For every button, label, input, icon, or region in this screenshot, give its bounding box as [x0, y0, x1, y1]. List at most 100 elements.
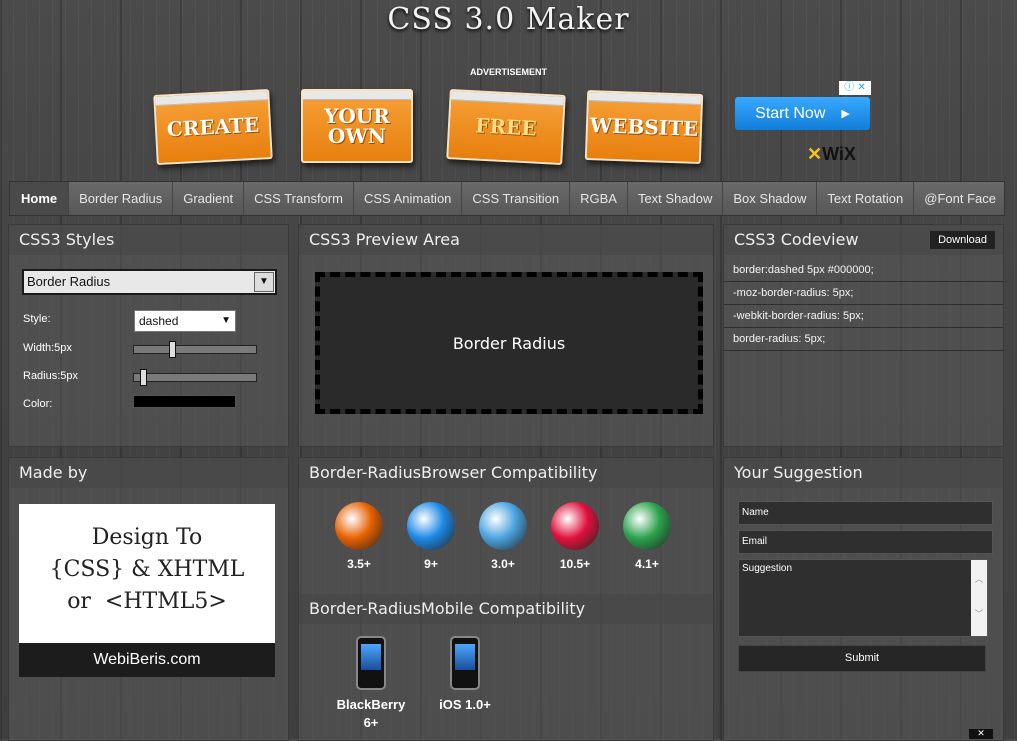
chevron-down-icon: ▼ [254, 272, 274, 292]
nav-item-gradient[interactable]: Gradient [173, 182, 245, 215]
browser-chrome: 4.1+ [617, 502, 677, 571]
nav-item-box-shadow[interactable]: Box Shadow [723, 182, 818, 215]
styles-heading: CSS3 Styles [9, 225, 288, 255]
scroll-up-icon: ︿ [974, 574, 984, 584]
width-slider-thumb[interactable] [169, 341, 176, 358]
madeby-line: Design To [91, 525, 203, 550]
code-line: border:dashed 5px #000000; [724, 259, 1003, 282]
ad-card-label: YOUR OWN [324, 104, 390, 148]
ad-card-create[interactable]: CREATE [153, 89, 273, 165]
email-field[interactable]: Email [738, 530, 993, 554]
advertisement-label: ADVERTISEMENT [470, 67, 548, 77]
mobile-label: iOS 1.0+ [439, 697, 491, 712]
preview-box: Border Radius [315, 272, 703, 414]
suggestion-field[interactable]: Suggestion ︿ ﹀ [738, 559, 988, 637]
blackberry-icon [356, 636, 386, 690]
submit-button[interactable]: Submit [738, 645, 986, 672]
width-slider[interactable] [133, 341, 257, 358]
browser-bar [451, 91, 564, 106]
browser-bar [155, 91, 268, 106]
ie-icon [407, 502, 455, 550]
mobile-ios: iOS 1.0+ [425, 636, 505, 714]
safari-icon [479, 502, 527, 550]
nav-item-css-animation[interactable]: CSS Animation [354, 182, 463, 215]
start-now-label: Start Now [755, 104, 826, 122]
madeby-text: Design To {CSS} & XHTML or <HTML5> [19, 522, 275, 618]
code-line: border-radius: 5px; [724, 328, 1003, 351]
code-lines: border:dashed 5px #000000; -moz-border-r… [724, 259, 1003, 351]
play-arrow-icon: ▶ [841, 108, 850, 120]
nav-item-font-face[interactable]: @Font Face [914, 182, 1006, 215]
preview-box-text: Border Radius [452, 333, 566, 353]
styles-panel: CSS3 Styles Border Radius ▼ Style: dashe… [8, 224, 289, 447]
ad-card-website[interactable]: WEBSITE [584, 89, 704, 165]
style-select-value: dashed [139, 314, 179, 328]
ad-card-your-own[interactable]: YOUR OWN [301, 89, 413, 163]
close-icon[interactable]: ✕ [969, 729, 993, 739]
browser-version: 3.5+ [347, 557, 371, 571]
browser-compat-heading: Border-RadiusBrowser Compatibility [299, 458, 713, 488]
nav-item-rgba[interactable]: RGBA [570, 182, 628, 215]
preview-panel: CSS3 Preview Area Border Radius [298, 224, 714, 447]
style-label: Style: [23, 313, 51, 325]
chrome-icon [623, 502, 671, 550]
suggestion-panel: Your Suggestion Name Email Suggestion ︿ … [723, 457, 1004, 741]
madeby-panel: Made by Design To {CSS} & XHTML or <HTML… [8, 457, 289, 741]
nav-item-home[interactable]: Home [10, 182, 70, 215]
site-title: CSS 3.0 Maker [387, 2, 630, 37]
browser-bar [588, 92, 702, 105]
radius-label: Radius:5px [23, 370, 79, 382]
browser-bar [303, 91, 411, 100]
madeby-line: or <HTML5> [67, 589, 227, 614]
code-line: -moz-border-radius: 5px; [724, 282, 1003, 305]
firefox-icon [335, 502, 383, 550]
codeview-panel: CSS3 Codeview Download border:dashed 5px… [723, 224, 1004, 447]
textarea-scrollbar[interactable]: ︿ ﹀ [971, 560, 987, 636]
ad-card-label: CREATE [166, 112, 260, 142]
nav-item-text-rotation[interactable]: Text Rotation [817, 182, 915, 215]
madeby-banner[interactable]: Design To {CSS} & XHTML or <HTML5> WebiB… [19, 504, 275, 677]
property-select-value: Border Radius [27, 274, 111, 289]
browser-version: 3.0+ [491, 557, 515, 571]
browser-version: 9+ [424, 557, 438, 571]
style-select[interactable]: dashed ▼ [134, 310, 236, 332]
madeby-site: WebiBeris.com [19, 643, 275, 677]
ad-card-label: WEBSITE [589, 113, 699, 141]
property-select[interactable]: Border Radius ▼ [22, 269, 277, 295]
ad-card-free[interactable]: FREE [446, 89, 566, 165]
browser-ie: 9+ [401, 502, 461, 571]
start-now-button[interactable]: Start Now ▶ [735, 97, 870, 130]
wix-logo[interactable]: ✕WiX [807, 144, 856, 165]
width-label: Width:5px [23, 342, 72, 354]
iphone-icon [450, 636, 480, 690]
radius-slider-thumb[interactable] [140, 369, 147, 386]
mobile-blackberry: BlackBerry 6+ [331, 636, 411, 732]
main-nav: Home Border Radius Gradient CSS Transfor… [9, 181, 1005, 216]
name-field[interactable]: Name [738, 501, 993, 525]
mobile-compat-heading: Border-RadiusMobile Compatibility [299, 594, 713, 624]
preview-heading: CSS3 Preview Area [299, 225, 713, 255]
nav-item-text-shadow[interactable]: Text Shadow [628, 182, 724, 215]
nav-item-css-transition[interactable]: CSS Transition [462, 182, 571, 215]
madeby-heading: Made by [9, 458, 288, 488]
wix-x-icon: ✕ [807, 144, 823, 164]
browser-safari: 3.0+ [473, 502, 533, 571]
suggestion-placeholder: Suggestion [742, 563, 793, 574]
chevron-down-icon: ▼ [221, 315, 231, 326]
scroll-down-icon: ﹀ [974, 609, 984, 619]
compat-panel: Border-RadiusBrowser Compatibility 3.5+ … [298, 457, 714, 741]
nav-item-border-radius[interactable]: Border Radius [69, 182, 174, 215]
madeby-line: {CSS} & XHTML [49, 557, 245, 582]
code-line: -webkit-border-radius: 5px; [724, 305, 1003, 328]
color-label: Color: [23, 398, 53, 410]
browser-version: 10.5+ [559, 557, 591, 571]
radius-slider[interactable] [133, 369, 257, 386]
ad-card-label: FREE [474, 113, 538, 141]
browser-opera: 10.5+ [545, 502, 605, 571]
color-swatch[interactable] [133, 395, 236, 408]
browser-firefox: 3.5+ [329, 502, 389, 571]
download-button[interactable]: Download [930, 231, 995, 249]
nav-item-css-transform[interactable]: CSS Transform [244, 182, 354, 215]
ad-choices-icon[interactable]: ⓘ ✕ [839, 81, 871, 95]
suggestion-heading: Your Suggestion [724, 458, 1003, 488]
